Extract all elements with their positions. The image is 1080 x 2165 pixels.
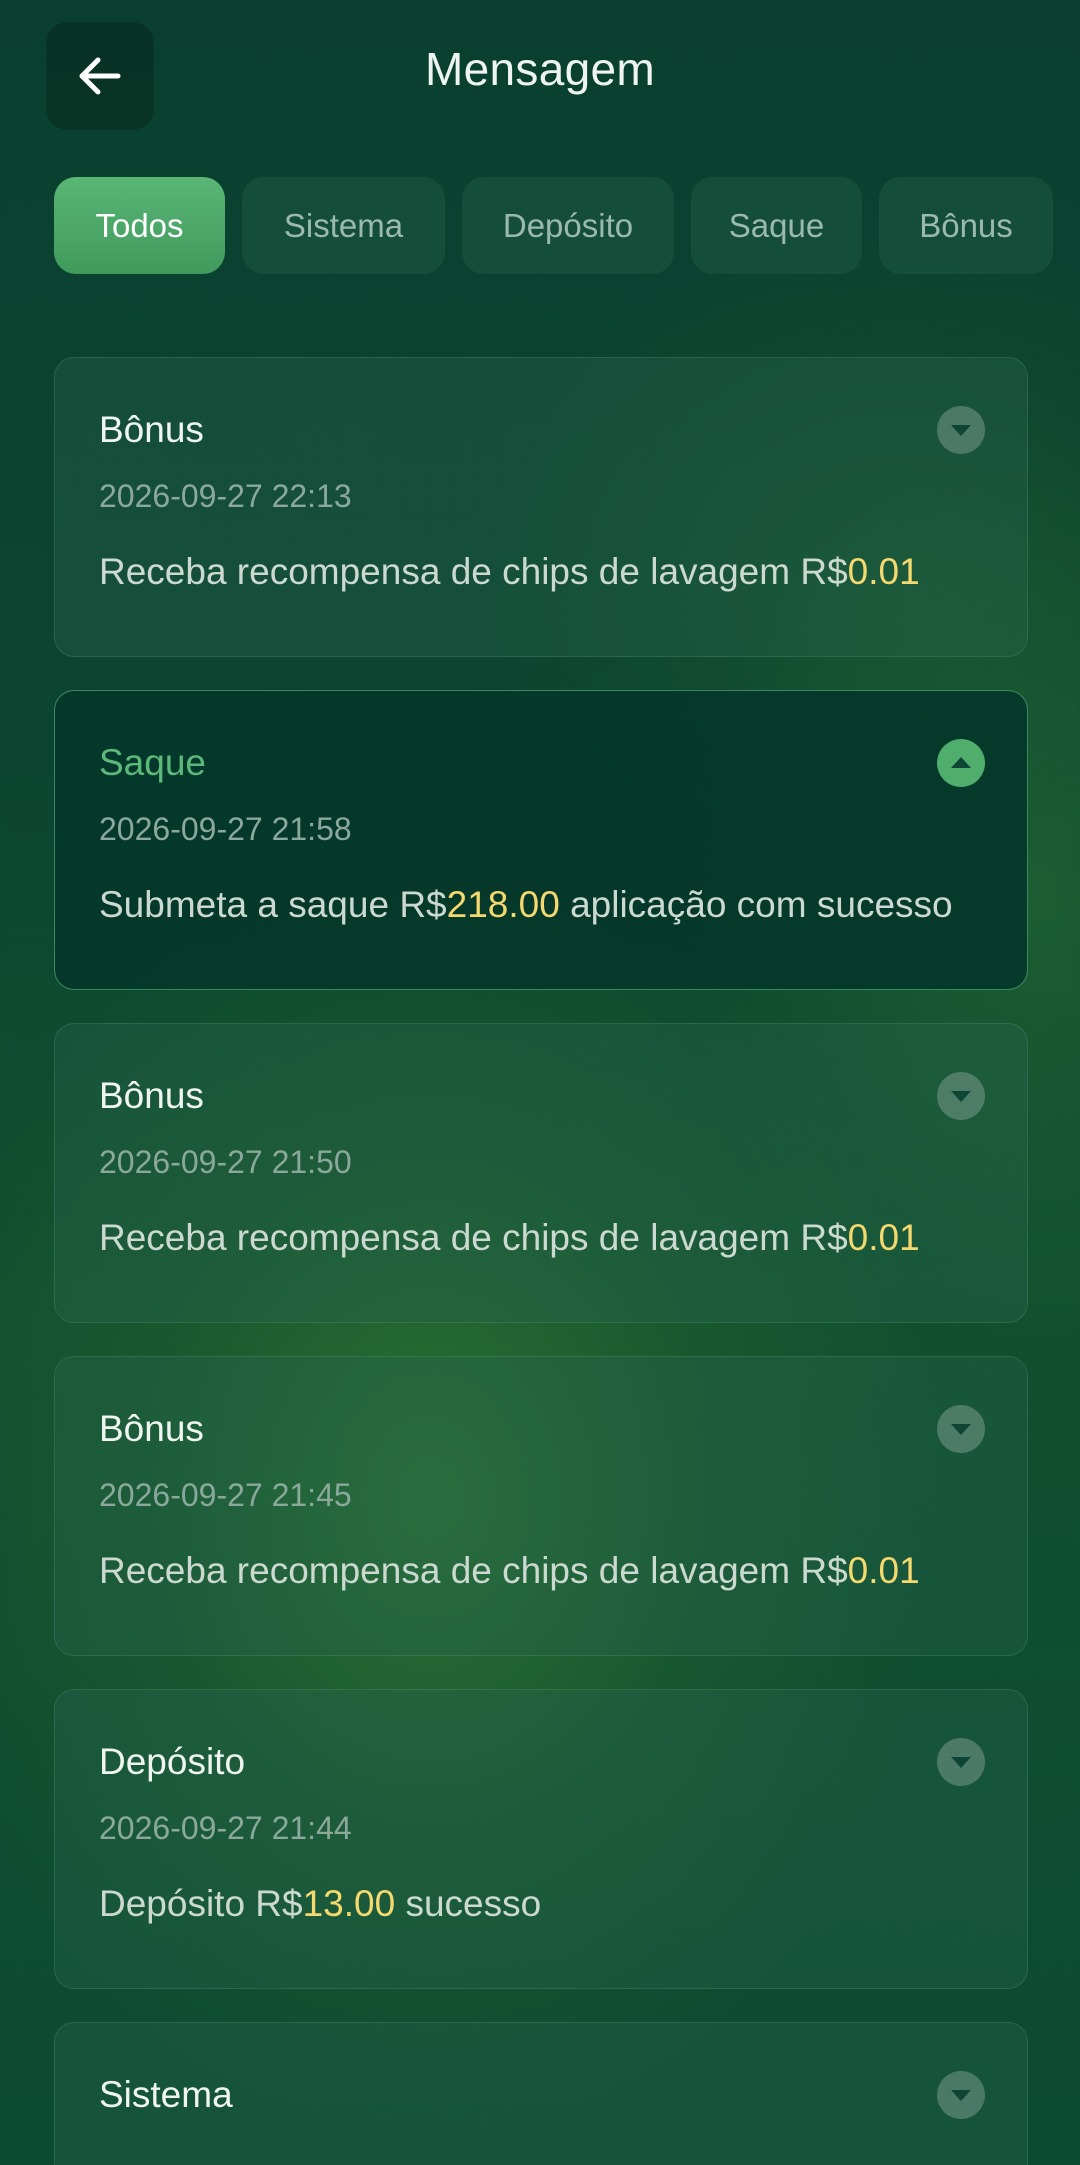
message-text-suffix: aplicação com sucesso: [559, 884, 953, 925]
message-text-prefix: Receba recompensa de chips de lavagem R$: [99, 1550, 848, 1591]
message-text-prefix: Submeta a saque R$: [99, 884, 447, 925]
chevron-down-icon[interactable]: [937, 406, 985, 454]
message-time: 2026-09-27 22:13: [99, 478, 352, 514]
message-text: Receba recompensa de chips de lavagem R$…: [99, 1539, 983, 1655]
message-card[interactable]: Depósito 2026-09-27 21:44 Depósito R$13.…: [54, 1689, 1028, 1989]
tab-saque[interactable]: Saque: [691, 177, 862, 274]
message-card[interactable]: Bônus 2026-09-27 21:50 Receba recompensa…: [54, 1023, 1028, 1323]
message-amount: 218.00: [446, 884, 560, 925]
chevron-down-icon[interactable]: [937, 1738, 985, 1786]
message-card[interactable]: Saque 2026-09-27 21:58 Submeta a saque R…: [54, 690, 1028, 990]
message-time: 2026-09-27 21:44: [99, 1810, 352, 1846]
chevron-down-icon[interactable]: [937, 2071, 985, 2119]
message-title: Bônus: [99, 1408, 204, 1449]
message-amount: 0.01: [847, 1550, 920, 1591]
message-time: 2026-09-27 21:45: [99, 1477, 352, 1513]
chevron-up-icon[interactable]: [937, 739, 985, 787]
message-text-prefix: Depósito R$: [99, 1883, 303, 1924]
message-time: 2026-09-27 21:50: [99, 1144, 352, 1180]
chevron-down-icon[interactable]: [937, 1072, 985, 1120]
message-amount: 0.01: [847, 551, 920, 592]
message-text-prefix: Receba recompensa de chips de lavagem R$: [99, 551, 848, 592]
message-text: Receba recompensa de chips de lavagem R$…: [99, 540, 983, 656]
message-text: Submeta a saque R$218.00 aplicação com s…: [99, 873, 983, 989]
message-card[interactable]: Sistema: [54, 2022, 1028, 2165]
tab-deposito[interactable]: Depósito: [462, 177, 674, 274]
tab-todos[interactable]: Todos: [54, 177, 225, 274]
tab-bonus[interactable]: Bônus: [879, 177, 1053, 274]
message-text: Receba recompensa de chips de lavagem R$…: [99, 1206, 983, 1322]
message-text-prefix: Receba recompensa de chips de lavagem R$: [99, 1217, 848, 1258]
message-time: 2026-09-27 21:58: [99, 811, 352, 847]
message-text: Depósito R$13.00 sucesso: [99, 1872, 983, 1988]
message-card[interactable]: Bônus 2026-09-27 21:45 Receba recompensa…: [54, 1356, 1028, 1656]
category-tabs: Todos Sistema Depósito Saque Bônus: [54, 177, 1053, 274]
message-text-suffix: sucesso: [395, 1883, 542, 1924]
message-card[interactable]: Bônus 2026-09-27 22:13 Receba recompensa…: [54, 357, 1028, 657]
chevron-down-icon[interactable]: [937, 1405, 985, 1453]
message-title: Saque: [99, 742, 206, 783]
message-amount: 13.00: [302, 1883, 396, 1924]
message-title: Bônus: [99, 1075, 204, 1116]
message-amount: 0.01: [847, 1217, 920, 1258]
page-title: Mensagem: [425, 43, 655, 95]
message-title: Sistema: [99, 2074, 233, 2115]
message-title: Depósito: [99, 1741, 246, 1782]
header: Mensagem: [0, 0, 1080, 150]
message-title: Bônus: [99, 409, 204, 450]
tab-sistema[interactable]: Sistema: [242, 177, 445, 274]
message-list: Bônus 2026-09-27 22:13 Receba recompensa…: [54, 357, 1028, 2165]
